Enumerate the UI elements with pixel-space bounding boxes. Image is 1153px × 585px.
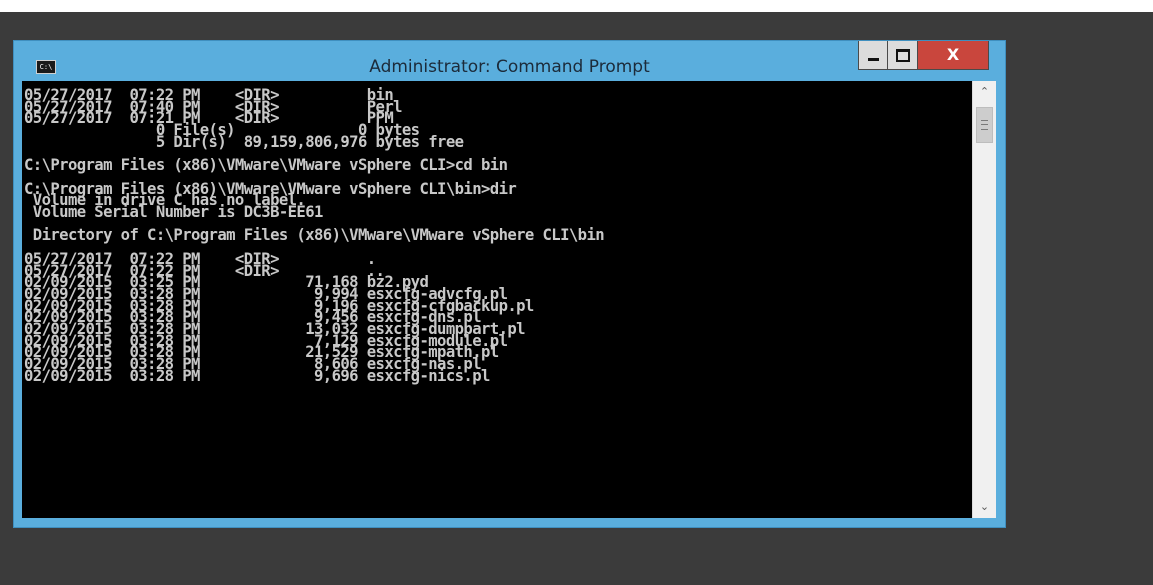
scroll-up-button[interactable]: ⌃ xyxy=(973,81,996,103)
scrollbar-thumb[interactable] xyxy=(976,107,993,143)
maximize-button[interactable] xyxy=(888,41,918,70)
close-button[interactable]: X xyxy=(918,41,989,70)
grip-icon xyxy=(981,120,988,130)
vertical-scrollbar[interactable]: ⌃ ⌄ xyxy=(972,81,996,518)
console-output[interactable]: 05/27/2017 07:22 PM <DIR> bin 05/27/2017… xyxy=(22,81,972,518)
console-line: 02/09/2015 03:28 PM 9,696 esxcfg-nics.pl xyxy=(24,366,490,385)
console-text: 05/27/2017 07:22 PM <DIR> bin 05/27/2017… xyxy=(22,81,972,383)
console-line: Volume Serial Number is DC3B-EE61 xyxy=(24,203,324,222)
command-prompt-window: C:\ Administrator: Command Prompt X 05/2… xyxy=(13,40,1006,528)
console-line: C:\Program Files (x86)\VMware\VMware vSp… xyxy=(24,156,508,175)
chevron-up-icon: ⌃ xyxy=(979,85,990,98)
console-line: 5 Dir(s) 89,159,806,976 bytes free xyxy=(24,132,464,151)
console-line: Directory of C:\Program Files (x86)\VMwa… xyxy=(24,226,605,245)
close-icon: X xyxy=(946,45,960,64)
window-title: Administrator: Command Prompt xyxy=(369,57,650,77)
minimize-button[interactable] xyxy=(858,41,888,70)
maximize-icon xyxy=(895,48,910,62)
chevron-down-icon: ⌄ xyxy=(979,500,990,513)
scroll-down-button[interactable]: ⌄ xyxy=(973,496,996,518)
screen-top-strip xyxy=(0,0,1153,12)
title-bar[interactable]: C:\ Administrator: Command Prompt xyxy=(14,41,1005,81)
minimize-icon xyxy=(867,57,879,61)
